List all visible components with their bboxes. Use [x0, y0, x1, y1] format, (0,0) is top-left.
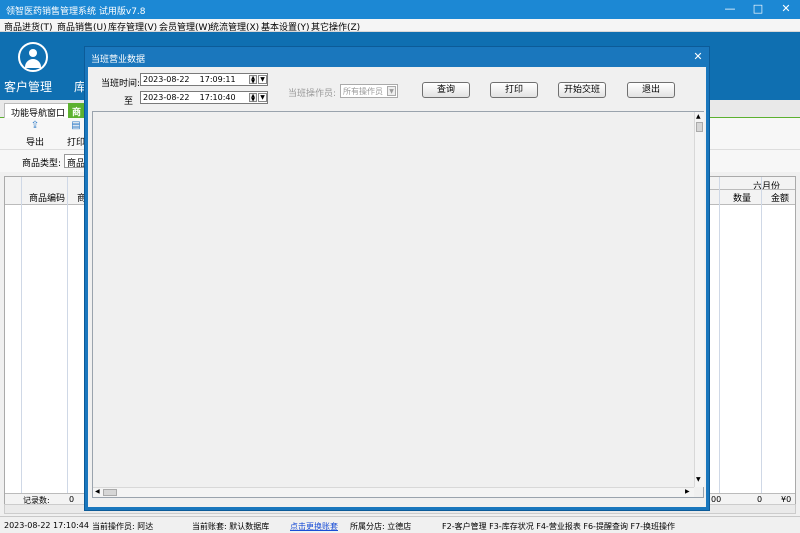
user-icon [18, 42, 48, 72]
col-quantity: 数量 [733, 194, 752, 204]
col-product-code: 商品编码 [29, 194, 66, 204]
dialog-title: 当班营业数据 [91, 55, 146, 65]
shift-time-label: 当班时间: [101, 79, 141, 89]
tab-function-navigation[interactable]: 功能导航窗口 [4, 103, 73, 119]
app-titlebar: 领智医药销售管理系统 试用版v7.8 — □ ✕ [0, 0, 800, 19]
print-dialog-button[interactable]: 打印 [490, 82, 538, 98]
operator-label: 当班操作员: [288, 89, 337, 99]
minimize-icon[interactable]: — [716, 0, 744, 19]
shift-data-dialog: 当班营业数据 ✕ 当班时间: 2023-08-22 17:09:11 ▲ ▼ ▼ … [84, 46, 710, 511]
status-operator: 当前操作员: 阿达 [92, 522, 154, 531]
dialog-body: 当班时间: 2023-08-22 17:09:11 ▲ ▼ ▼ 至 2023-08… [88, 67, 706, 507]
print-icon: ▤ [71, 120, 81, 131]
start-spin-icon[interactable]: ▲ ▼ [249, 75, 257, 85]
scroll-right-icon[interactable]: ▶ [685, 488, 690, 495]
start-shift-handover-button[interactable]: 开始交班 [558, 82, 606, 98]
footer-amount: ¥0 [781, 495, 792, 504]
col-amount: 金额 [771, 194, 790, 204]
chevron-down-icon: ▼ [387, 86, 396, 96]
status-account: 当前账套: 默认数据库 [192, 522, 270, 531]
status-bar: 2023-08-22 17:10:44 当前操作员: 阿达 当前账套: 默认数据… [0, 516, 800, 533]
export-button[interactable]: ⇪ 导出 [18, 121, 52, 149]
start-dropdown-icon[interactable]: ▼ [258, 75, 267, 84]
exit-button[interactable]: 退出 [627, 82, 675, 98]
close-icon[interactable]: ✕ [772, 0, 800, 19]
report-vertical-scrollbar[interactable]: ▲ ▼ [694, 112, 704, 487]
status-shortcuts: F2-客户管理 F3-库存状况 F4-营业报表 F6-提醒查询 F7-换班操作 [442, 522, 676, 531]
customer-management-button[interactable]: 客户管理 [0, 36, 62, 98]
category-label: 商品类型: [22, 159, 62, 169]
customer-management-label: 客户管理 [4, 80, 53, 94]
export-label: 导出 [25, 138, 44, 148]
footer-qty: 0 [757, 495, 763, 504]
record-count-value: 0 [69, 495, 75, 504]
dialog-close-icon[interactable]: ✕ [689, 49, 707, 65]
report-horizontal-scrollbar[interactable]: ◀ ▶ [93, 487, 694, 497]
status-datetime: 2023-08-22 17:10:44 [4, 521, 89, 530]
scroll-up-icon[interactable]: ▲ [696, 113, 701, 120]
dialog-form: 当班时间: 2023-08-22 17:09:11 ▲ ▼ ▼ 至 2023-08… [88, 67, 706, 109]
hscroll-thumb[interactable] [103, 489, 117, 496]
maximize-icon[interactable]: □ [744, 0, 772, 19]
scroll-down-icon[interactable]: ▼ [696, 476, 701, 483]
scroll-thumb[interactable] [696, 122, 703, 132]
scroll-left-icon[interactable]: ◀ [95, 488, 100, 495]
footer-qty-partial: 00 [711, 495, 722, 504]
start-datetime-picker[interactable]: 2023-08-22 17:09:11 ▲ ▼ ▼ [140, 73, 268, 86]
switch-account-link[interactable]: 点击更换账套 [290, 521, 338, 532]
export-icon: ⇪ [30, 120, 40, 131]
start-date: 2023-08-22 17:09:11 [143, 75, 236, 84]
operator-select-value: 所有操作员 [343, 87, 383, 96]
end-datetime-picker[interactable]: 2023-08-22 17:10:40 ▲ ▼ ▼ [140, 91, 268, 104]
end-dropdown-icon[interactable]: ▼ [258, 93, 267, 102]
app-title: 领智医药销售管理系统 试用版v7.8 [6, 7, 146, 17]
query-button[interactable]: 查询 [422, 82, 470, 98]
status-branch: 所属分店: 立德店 [350, 522, 412, 531]
menu-bar: 商品进货(T) 商品销售(U) 库存管理(V) 会员管理(W) 统流管理(X) … [0, 19, 800, 33]
end-spin-icon[interactable]: ▲ ▼ [249, 93, 257, 103]
operator-select[interactable]: 所有操作员 ▼ [340, 84, 398, 98]
report-area[interactable]: ▲ ▼ ◀ ▶ [92, 111, 704, 498]
inventory-button[interactable]: 库 [66, 36, 86, 98]
end-date: 2023-08-22 17:10:40 [143, 93, 236, 102]
to-label: 至 [124, 97, 134, 107]
